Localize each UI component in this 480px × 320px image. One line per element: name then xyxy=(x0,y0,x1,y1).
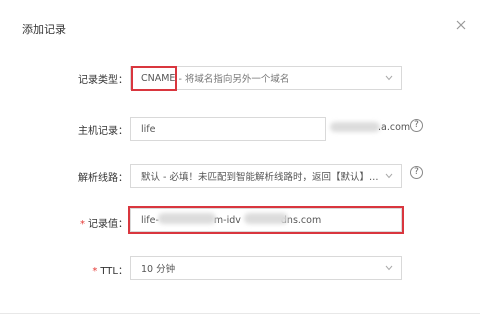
host-record-suffix: .a.com xyxy=(378,122,411,133)
record-type-label: 记录类型： xyxy=(78,75,128,86)
resolve-line-select[interactable]: 默认 - 必填！未匹配到智能解析线路时，返回【默认】线路设... xyxy=(130,164,402,188)
dialog-title: 添加记录 xyxy=(22,23,66,36)
record-value-highlight xyxy=(128,206,404,234)
host-record-label: 主机记录： xyxy=(78,126,128,137)
record-type-desc: - 将域名指向另外一个域名 xyxy=(178,74,290,85)
ttl-select[interactable]: 10 分钟 xyxy=(130,256,402,280)
chevron-down-icon xyxy=(385,173,393,179)
resolve-line-label: 解析线路： xyxy=(78,173,128,184)
record-value-label-text: 记录值： xyxy=(88,219,128,230)
host-record-value: life xyxy=(141,123,156,135)
required-mark: * xyxy=(92,266,98,277)
help-icon[interactable]: ? xyxy=(410,166,423,179)
host-record-input[interactable]: life xyxy=(130,117,326,141)
ttl-label: * TTL： xyxy=(92,262,128,277)
resolve-line-value: 默认 - 必填！未匹配到智能解析线路时，返回【默认】线路设... xyxy=(141,172,379,183)
chevron-down-icon xyxy=(385,265,393,271)
record-value-label: * 记录值： xyxy=(80,215,128,230)
redacted-domain xyxy=(330,122,380,132)
footer-divider xyxy=(0,313,480,314)
ttl-label-text: TTL： xyxy=(100,266,128,277)
record-type-highlight xyxy=(131,66,177,91)
help-icon[interactable]: ? xyxy=(410,119,423,132)
ttl-value: 10 分钟 xyxy=(141,264,176,275)
chevron-down-icon xyxy=(385,75,393,81)
required-mark: * xyxy=(80,219,85,230)
close-icon[interactable] xyxy=(454,18,468,32)
